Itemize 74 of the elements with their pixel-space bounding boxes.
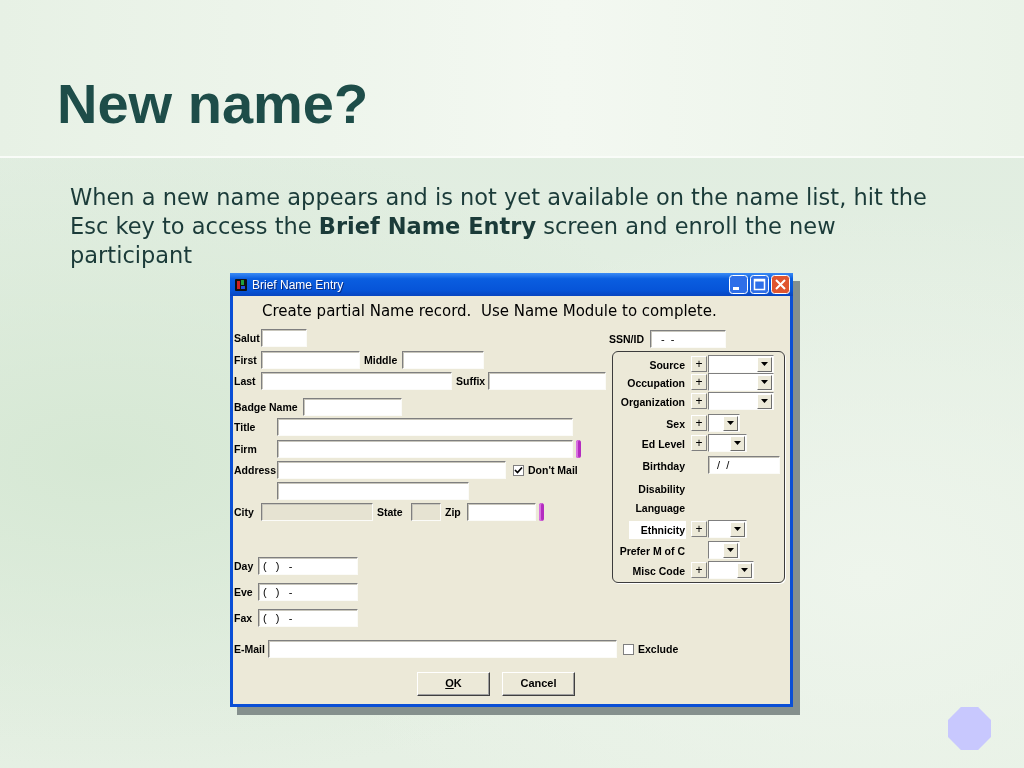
dropdown-field[interactable] <box>708 355 774 373</box>
field-label: Fax <box>234 611 254 626</box>
field-label: Address <box>234 463 277 478</box>
slide-title: New name? <box>57 72 369 136</box>
text-field[interactable] <box>261 351 360 369</box>
field-label: Zip <box>444 505 462 520</box>
field-label: Misc Code <box>631 563 686 579</box>
dropdown-field[interactable] <box>708 561 754 579</box>
text-field[interactable] <box>268 640 617 658</box>
text-field[interactable] <box>303 398 402 416</box>
text-field[interactable] <box>402 351 484 369</box>
field-label: Sex <box>665 416 686 432</box>
field-label: Ethnicity <box>628 520 686 539</box>
text-field[interactable] <box>277 461 506 479</box>
field-label: Source <box>648 357 686 373</box>
text-field[interactable] <box>488 372 606 390</box>
minimize-icon[interactable] <box>729 275 748 294</box>
field-label: Last <box>234 374 257 389</box>
field-label: Language <box>634 500 686 516</box>
field-label: City <box>234 505 255 520</box>
close-icon[interactable] <box>771 275 790 294</box>
field-label: State <box>376 505 404 520</box>
dialog-button[interactable]: Cancel <box>502 672 575 696</box>
field-label: Organization <box>619 394 686 410</box>
dropdown-field[interactable] <box>708 541 740 559</box>
dialog-heading: Create partial Name record. Use Name Module to complete. <box>261 301 718 322</box>
text-field[interactable]: / / <box>708 456 780 474</box>
field-label: Salut <box>234 331 261 346</box>
field-label: Firm <box>234 442 258 457</box>
field-label: Day <box>234 559 255 574</box>
dropdown-field[interactable] <box>708 373 774 391</box>
add-button[interactable]: + <box>691 374 707 390</box>
checkbox[interactable] <box>623 643 634 655</box>
text-field[interactable]: ( ) - <box>258 557 358 575</box>
add-button[interactable]: + <box>691 521 707 537</box>
add-button[interactable]: + <box>691 356 707 372</box>
dialog-button[interactable]: OK <box>417 672 490 696</box>
field-label: Eve <box>234 585 254 600</box>
maximize-icon[interactable] <box>750 275 769 294</box>
field-label: Badge Name <box>234 400 299 415</box>
text-field[interactable] <box>277 440 573 458</box>
dropdown-field[interactable] <box>708 414 740 432</box>
field-label: Title <box>234 420 257 435</box>
text-field[interactable] <box>467 503 536 521</box>
text-field[interactable]: ( ) - <box>258 583 358 601</box>
checkbox-label: Don't Mail <box>528 463 578 478</box>
field-label: Suffix <box>455 374 487 389</box>
field-label: SSN/ID <box>608 332 645 347</box>
field-label: Occupation <box>626 375 686 391</box>
add-button[interactable]: + <box>691 435 707 451</box>
dropdown-field[interactable] <box>708 434 747 452</box>
text-field[interactable]: ( ) - <box>258 609 358 627</box>
text-field[interactable] <box>261 329 307 347</box>
body-text: When a new name appears and is not yet available on the name list, hit the Esc key to access the Brief Name Entry screen and enroll the new participant <box>70 183 928 270</box>
text-field[interactable] <box>277 482 469 500</box>
text-field[interactable] <box>277 418 573 436</box>
field-label: Prefer M of C <box>618 543 686 559</box>
app-icon <box>234 277 248 292</box>
text-field[interactable] <box>261 372 452 390</box>
field-label: Disability <box>637 481 686 497</box>
checkbox[interactable] <box>513 464 524 476</box>
text-field[interactable]: - - <box>650 330 726 348</box>
field-label: First <box>234 353 258 368</box>
add-button[interactable]: + <box>691 415 707 431</box>
window-title: Brief Name Entry <box>252 277 345 292</box>
dropdown-field[interactable] <box>708 520 747 538</box>
checkbox-label: Exclude <box>638 642 679 657</box>
field-label: E-Mail <box>234 642 266 657</box>
add-button[interactable]: + <box>691 562 707 578</box>
field-label: Middle <box>363 353 399 368</box>
dropdown-field[interactable] <box>708 392 774 410</box>
field-label: Ed Level <box>640 436 686 452</box>
field-label: Birthday <box>641 458 686 474</box>
add-button[interactable]: + <box>691 393 707 409</box>
